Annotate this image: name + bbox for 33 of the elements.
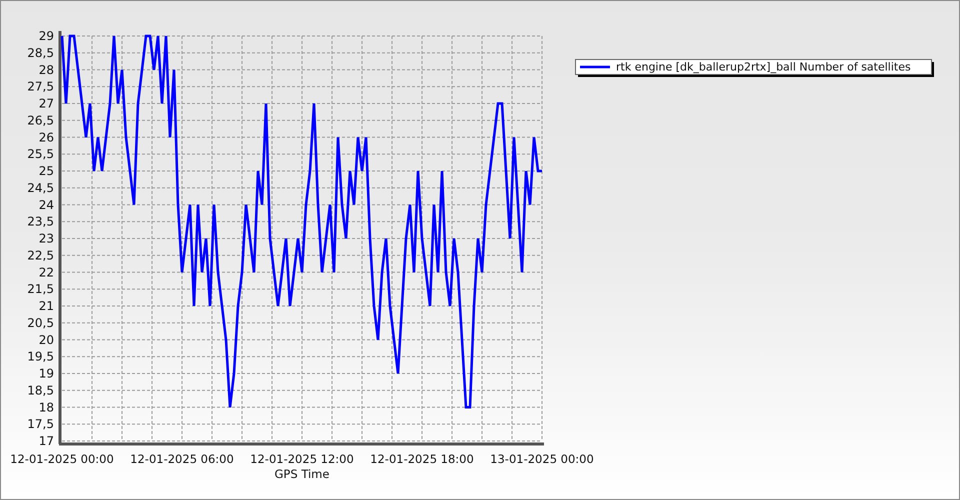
axis-tick-label: 20	[38, 332, 54, 347]
axis-tick-label: 19	[38, 366, 54, 380]
axis-tick-label: 27	[38, 96, 54, 110]
axis-tick-label: 12-01-2025 00:00	[10, 452, 114, 466]
axis-tick-label: 12-01-2025 18:00	[370, 452, 474, 466]
axis-title: GPS Time	[274, 467, 330, 481]
axis-tick-label: 18	[38, 400, 54, 414]
axis-tick-label: 22	[38, 265, 54, 280]
axis-tick-label: 12-01-2025 06:00	[130, 452, 234, 466]
axis-tick-label: 17	[38, 434, 54, 448]
axis-tick-label: 13-01-2025 00:00	[490, 452, 594, 466]
axis-tick-label: 28,5	[27, 46, 54, 60]
axis-tick-label: 18,5	[27, 383, 54, 398]
axis-tick-label: 12-01-2025 12:00	[250, 452, 354, 466]
axis-tick-label: 24,5	[27, 180, 54, 195]
axis-tick-label: 23,5	[27, 214, 54, 229]
axis-tick-label: 27,5	[27, 80, 54, 94]
axis-tick-label: 23	[38, 232, 54, 246]
axis-tick-label: 22,5	[27, 248, 54, 262]
axis-tick-label: 28	[38, 62, 54, 77]
axis-tick-label: 29	[38, 29, 54, 43]
legend-label: rtk engine [dk_ballerup2rtx]_ball Number of satellites	[616, 60, 911, 74]
axis-tick-label: 26	[38, 130, 54, 144]
axis-tick-label: 25	[38, 164, 54, 178]
axis-tick-label: 24	[38, 198, 54, 212]
axis-tick-label: 19,5	[27, 350, 54, 364]
axis-tick-label: 25,5	[27, 147, 54, 162]
axis-tick-label: 21	[38, 299, 54, 313]
legend-swatch	[580, 66, 610, 68]
axis-tick-label: 17,5	[27, 417, 54, 432]
axis-tick-label: 26,5	[27, 113, 54, 128]
axis-tick-label: 20,5	[27, 316, 54, 330]
axis-tick-label: 21,5	[27, 282, 54, 296]
